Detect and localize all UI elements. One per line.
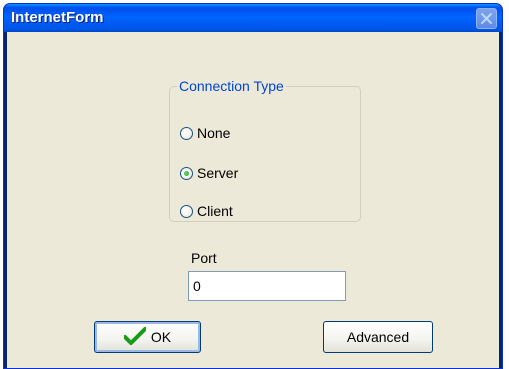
close-button[interactable]	[476, 8, 497, 29]
ok-button[interactable]: OK	[94, 321, 201, 353]
checkmark-icon	[122, 326, 147, 348]
form-client-area: Connection Type None Server Client Port	[7, 32, 499, 368]
title-bar[interactable]: InternetForm	[4, 4, 502, 32]
port-input[interactable]	[188, 271, 346, 301]
radio-none[interactable]: None	[180, 124, 230, 142]
radio-client-label: Client	[197, 203, 233, 219]
connection-type-group: Connection Type None Server Client	[169, 78, 361, 222]
port-label: Port	[191, 250, 217, 266]
radio-none-label: None	[197, 125, 231, 141]
radio-server[interactable]: Server	[180, 164, 238, 182]
connection-type-legend: Connection Type	[179, 78, 284, 94]
advanced-button-label: Advanced	[346, 329, 410, 345]
radio-client-circle[interactable]	[180, 204, 193, 218]
radio-none-circle[interactable]	[180, 126, 193, 140]
window-title: InternetForm	[11, 9, 104, 26]
internet-form-window: InternetForm Connection Type None Server	[3, 3, 503, 369]
ok-button-label: OK	[150, 329, 172, 345]
radio-server-circle[interactable]	[180, 166, 193, 180]
advanced-button[interactable]: Advanced	[323, 321, 433, 353]
radio-client[interactable]: Client	[180, 202, 233, 220]
radio-server-label: Server	[197, 165, 239, 181]
